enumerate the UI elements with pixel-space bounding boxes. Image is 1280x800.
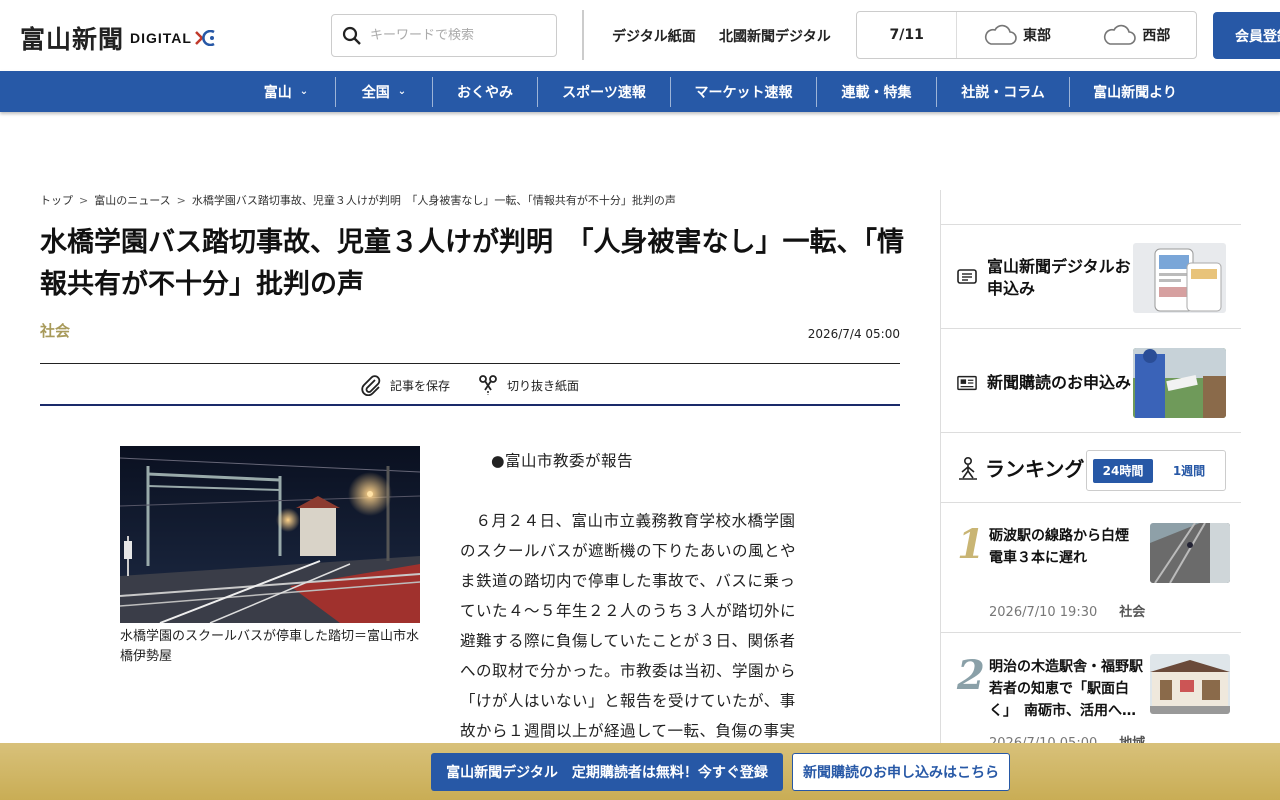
chevron-down-icon: ⌄	[397, 86, 407, 97]
smartphone-image	[1133, 243, 1226, 313]
rank-number: 1	[957, 521, 985, 568]
rank-meta: 2026/7/10 19:30 社会	[989, 601, 1145, 620]
main-nav: 富山 ⌄ 全国 ⌄ おくやみ スポーツ速報 マーケット速報 連載・特集 社説・コラム…	[0, 71, 1280, 112]
document-list-icon	[957, 269, 977, 284]
weather-date: 7/11	[889, 27, 924, 43]
nav-item-editorial[interactable]: 社説・コラム	[937, 71, 1069, 112]
article-paragraph: ６月２４日、富山市立義務教育学校水橋学園のスクールバスが遮断機の下りたあいの風と…	[460, 512, 797, 740]
article-date: 2026/7/4 05:00	[807, 327, 900, 341]
rank-thumbnail	[1150, 523, 1230, 583]
scissors-icon	[479, 375, 497, 395]
rank-number: 2	[957, 652, 985, 699]
rank-category[interactable]: 社会	[1119, 605, 1145, 620]
railway-crossing-night-photo	[120, 446, 420, 623]
nav-item-series[interactable]: 連載・特集	[817, 71, 936, 112]
save-article-button[interactable]: 記事を保存	[360, 374, 450, 396]
logo-digital-text: DIGITAL	[130, 30, 192, 46]
paper-subscribe-button[interactable]: 新聞購読のお申し込みはこちら	[792, 753, 1010, 791]
nav-item-from-toyama[interactable]: 富山新聞より	[1070, 71, 1200, 112]
nav-item-okuyami[interactable]: おくやみ	[433, 71, 537, 112]
sidebar: 富山新聞デジタルお申込み 新聞購読のお申込み ランキング 24時間 1週間 1 …	[940, 190, 1241, 800]
weather-widget[interactable]: 7/11 東部 西部	[856, 11, 1197, 59]
article-headline: 水橋学園バス踏切事故、児童３人けが判明 「人身被害なし」一転、「情報共有が不十分…	[40, 227, 904, 300]
weather-east-label: 東部	[1023, 28, 1052, 44]
breadcrumb-top[interactable]: トップ	[40, 194, 73, 207]
weather-west: 西部	[1077, 24, 1196, 46]
clip-paper-label: 切り抜き紙面	[507, 378, 580, 393]
article-photo[interactable]	[120, 446, 420, 623]
rank-date: 2026/7/10 19:30	[989, 605, 1098, 620]
paperclip-icon	[361, 375, 381, 396]
ranking-tabs: 24時間 1週間	[1086, 450, 1226, 491]
weather-east: 東部	[957, 24, 1076, 46]
digital-signup-label: 富山新聞デジタルお申込み	[987, 257, 1131, 298]
cloud-icon	[1104, 24, 1137, 45]
search-box[interactable]	[331, 14, 557, 57]
nav-item-sports[interactable]: スポーツ速報	[538, 71, 670, 112]
rank-thumbnail	[1150, 654, 1230, 714]
ranking-person-icon	[959, 456, 977, 480]
subscribe-banner: 富山新聞デジタル 定期購読者は無料！今すぐ登録 新聞購読のお申し込みはこちら	[0, 743, 1280, 800]
clip-paper-button[interactable]: 切り抜き紙面	[477, 374, 579, 396]
search-input[interactable]	[370, 28, 540, 43]
rank-title: 砺波駅の線路から白煙 電車３本に遅れ	[989, 528, 1143, 566]
digital-register-button[interactable]: 富山新聞デジタル 定期購読者は無料！今すぐ登録	[431, 753, 783, 791]
article-lead: ●富山市教委が報告	[491, 452, 634, 470]
newspaper-icon	[957, 375, 977, 391]
delivery-image	[1133, 348, 1226, 418]
ranking-item-1[interactable]: 1 砺波駅の線路から白煙 電車３本に遅れ 2026/7/10 19:30 社会	[957, 521, 1232, 641]
site-logo[interactable]: 富山新聞 DIGITAL	[20, 20, 216, 56]
hokkoku-digital-link[interactable]: 北國新聞デジタル	[719, 26, 831, 46]
breadcrumb-toyama-news[interactable]: 富山のニュース	[94, 194, 170, 207]
cloud-icon	[985, 24, 1017, 45]
breadcrumb: トップ > 富山のニュース > 水橋学園バス踏切事故、児童３人けが判明 「人身被害なし」…	[40, 194, 676, 207]
logo-text: 富山新聞	[20, 25, 125, 54]
article-body: ●富山市教委が報告 ６月２４日、富山市立義務教育学校水橋学園のスクールバスが遮断…	[460, 446, 805, 776]
weather-west-label: 西部	[1142, 28, 1171, 44]
member-register-button[interactable]: 会員登録	[1213, 12, 1280, 59]
ranking-header: ランキング	[957, 453, 1084, 482]
tab-24h[interactable]: 24時間	[1093, 458, 1153, 483]
paper-subscribe-label: 新聞購読のお申込み	[987, 373, 1132, 392]
search-icon	[342, 26, 361, 45]
breadcrumb-current: 水橋学園バス踏切事故、児童３人けが判明 「人身被害なし」一転、「情報共有が不十分…	[191, 194, 676, 207]
article-toolbar: 記事を保存 切り抜き紙面	[40, 363, 900, 406]
digital-paper-link[interactable]: デジタル紙面	[612, 26, 696, 46]
nav-item-toyama[interactable]: 富山 ⌄	[236, 71, 336, 112]
logo-mark-icon	[195, 30, 215, 46]
nav-item-national[interactable]: 全国 ⌄	[336, 71, 432, 112]
article-category[interactable]: 社会	[40, 320, 70, 341]
site-header: 富山新聞 DIGITAL デジタル紙面 北國新聞デジタル 7/11 東部	[0, 0, 1280, 71]
photo-caption: 水橋学園のスクールバスが停車した踏切＝富山市水橋伊勢屋	[120, 629, 420, 664]
digital-signup-promo[interactable]: 富山新聞デジタルお申込み	[957, 243, 1227, 313]
chevron-down-icon: ⌄	[299, 86, 309, 97]
rank-title: 明治の木造駅舎・福野駅 若者の知恵で「駅面白く」 南砺市、活用へ…	[989, 659, 1157, 719]
nav-item-market[interactable]: マーケット速報	[671, 71, 816, 112]
tab-1week[interactable]: 1週間	[1159, 459, 1219, 483]
paper-subscribe-promo[interactable]: 新聞購読のお申込み	[957, 348, 1227, 418]
ranking-title: ランキング	[985, 457, 1085, 481]
header-divider	[582, 10, 584, 60]
save-article-label: 記事を保存	[390, 378, 451, 393]
